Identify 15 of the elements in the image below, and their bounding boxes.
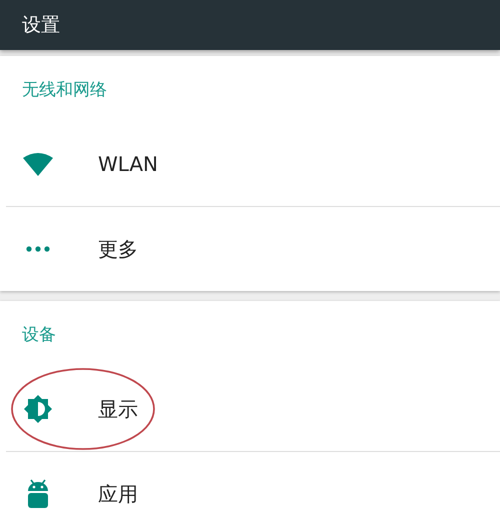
brightness-icon xyxy=(24,395,52,423)
settings-item[interactable]: WLAN xyxy=(0,122,500,206)
section-header: 无线和网络 xyxy=(22,78,107,100)
settings-item-label: WLAN xyxy=(98,152,158,176)
wifi-icon xyxy=(23,152,53,176)
more-icon xyxy=(26,246,50,252)
android-icon xyxy=(27,479,49,509)
settings-item[interactable]: 应用 xyxy=(0,452,500,514)
settings-item[interactable]: 更多 xyxy=(0,207,500,291)
section-header: 设备 xyxy=(22,324,56,346)
settings-item[interactable]: 显示 xyxy=(0,367,500,451)
settings-item-label: 显示 xyxy=(98,396,138,422)
app-bar-title: 设置 xyxy=(22,13,60,38)
settings-item-label: 应用 xyxy=(98,480,138,508)
settings-item-label: 更多 xyxy=(98,236,138,262)
